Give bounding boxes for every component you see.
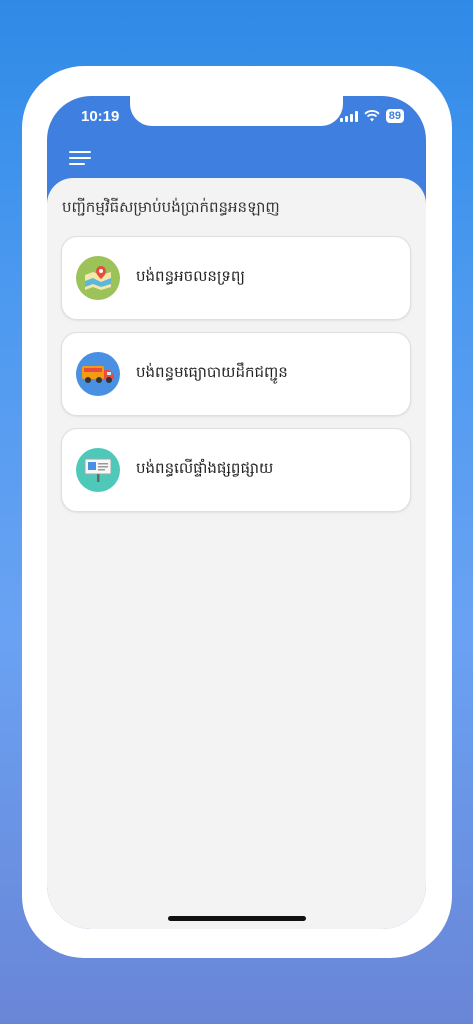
home-indicator[interactable] [168, 916, 306, 921]
status-icons: 89 [339, 109, 404, 123]
service-card-property-tax[interactable]: បង់ពន្ធអចលនទ្រព្យ [61, 236, 411, 320]
notch [130, 96, 343, 126]
menu-line [69, 163, 85, 165]
map-icon [76, 256, 120, 300]
page-title: បញ្ជីកម្មវិធីសម្រាប់បង់ប្រាក់ពន្ធអនឡាញ [62, 198, 280, 216]
wifi-icon [364, 110, 380, 122]
service-card-billboard-tax[interactable]: បង់ពន្ធលើផ្ទាំងផ្សព្វផ្សាយ [61, 428, 411, 512]
service-card-vehicle-tax[interactable]: បង់ពន្ធមធ្យោបាយដឹកជញ្ជូន [61, 332, 411, 416]
status-time: 10:19 [81, 108, 120, 125]
menu-button[interactable] [69, 151, 91, 167]
menu-line [69, 157, 91, 159]
service-label: បង់ពន្ធលើផ្ទាំងផ្សព្វផ្សាយ [136, 459, 274, 477]
service-label: បង់ពន្ធមធ្យោបាយដឹកជញ្ជូន [136, 363, 288, 381]
content-panel: បញ្ជីកម្មវិធីសម្រាប់បង់ប្រាក់ពន្ធអនឡាញ ប… [47, 178, 426, 929]
menu-line [69, 151, 91, 153]
signal-icon [339, 110, 358, 122]
billboard-icon [76, 448, 120, 492]
battery-indicator: 89 [385, 109, 404, 123]
truck-icon [76, 352, 120, 396]
service-label: បង់ពន្ធអចលនទ្រព្យ [136, 267, 245, 285]
app-screen: 10:19 89 បញ្ជីកម្មវិធីសម្រាប់បង់ប្រាក់ពន… [47, 96, 426, 929]
